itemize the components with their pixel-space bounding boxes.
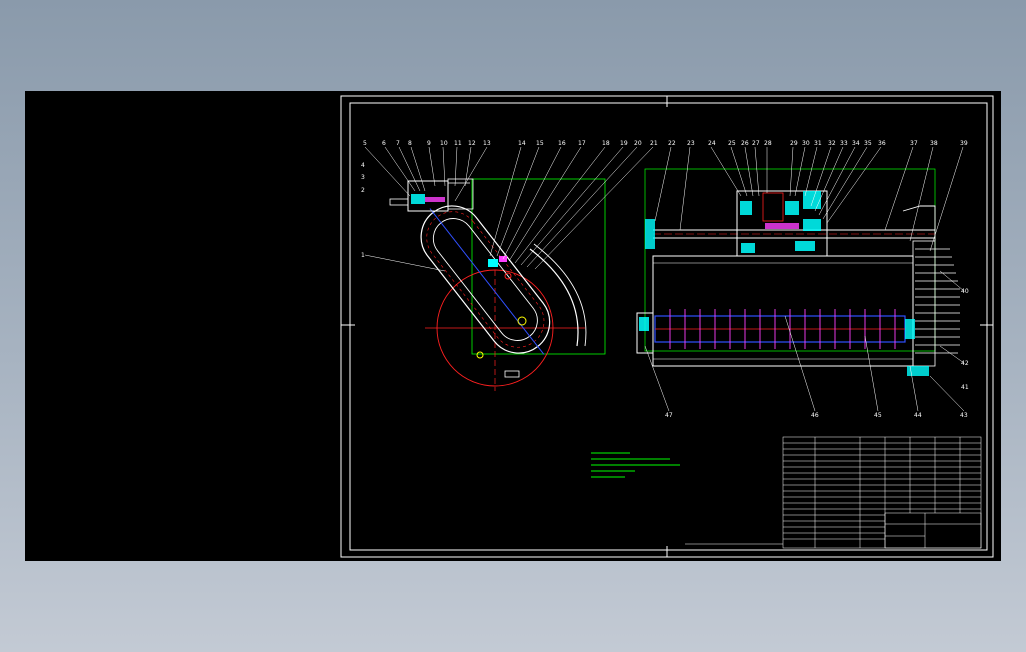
callout-left-3: 7 xyxy=(396,140,400,147)
radiator-fins xyxy=(912,240,960,367)
callout-left-13: 17 xyxy=(578,140,586,147)
callout-right-19: 40 xyxy=(961,288,969,295)
callout-bottom-6: 42 xyxy=(961,360,969,367)
callout-left-9: 13 xyxy=(483,140,491,147)
drum-housing xyxy=(652,255,914,367)
callout-bottom-5: 43 xyxy=(960,412,968,419)
callout-right-9: 30 xyxy=(802,140,810,147)
callout-right-14: 35 xyxy=(864,140,872,147)
callout-side-1: 4 xyxy=(361,162,365,169)
callout-right-2: 23 xyxy=(687,140,695,147)
title-block xyxy=(685,436,982,549)
mechanical-assembly-drawing: 5 6 7 8 9 10 11 12 13 14 15 16 17 18 19 … xyxy=(340,95,994,558)
callout-right-1: 22 xyxy=(668,140,676,147)
leader-lines xyxy=(364,146,965,412)
callout-right-6: 27 xyxy=(752,140,760,147)
callout-right-16: 37 xyxy=(910,140,918,147)
callout-left-7: 11 xyxy=(454,140,462,147)
motor-block xyxy=(389,178,474,212)
callout-right-10: 31 xyxy=(814,140,822,147)
callout-bottom-2: 46 xyxy=(811,412,819,419)
technical-notes xyxy=(591,452,680,478)
curved-guard xyxy=(529,248,579,347)
callout-right-7: 28 xyxy=(764,140,772,147)
callout-left-10: 14 xyxy=(518,140,526,147)
callout-side-3: 2 xyxy=(361,187,365,194)
callout-right-3: 24 xyxy=(708,140,716,147)
callout-right-18: 39 xyxy=(960,140,968,147)
callout-left-6: 10 xyxy=(440,140,448,147)
cad-viewport[interactable]: 5 6 7 8 9 10 11 12 13 14 15 16 17 18 19 … xyxy=(25,91,1001,561)
callout-side-2: 3 xyxy=(361,174,365,181)
callout-side-4: 1 xyxy=(361,252,365,259)
callout-left-14: 18 xyxy=(602,140,610,147)
callout-right-5: 26 xyxy=(741,140,749,147)
callout-left-17: 21 xyxy=(650,140,658,147)
callout-bottom-3: 45 xyxy=(874,412,882,419)
callout-right-11: 32 xyxy=(828,140,836,147)
callout-left-2: 6 xyxy=(382,140,386,147)
callout-bottom-4: 44 xyxy=(914,412,922,419)
side-view xyxy=(389,178,606,391)
callout-bottom-1: 47 xyxy=(665,412,673,419)
callout-left-12: 16 xyxy=(558,140,566,147)
callout-left-5: 9 xyxy=(427,140,431,147)
callout-left-1: 5 xyxy=(363,140,367,147)
callout-left-11: 15 xyxy=(536,140,544,147)
sheet-inner-border xyxy=(349,102,988,551)
callout-left-15: 19 xyxy=(620,140,628,147)
gearbox xyxy=(736,190,828,257)
callout-right-12: 33 xyxy=(840,140,848,147)
callout-right-13: 34 xyxy=(852,140,860,147)
callout-right-8: 29 xyxy=(790,140,798,147)
callout-right-4: 25 xyxy=(728,140,736,147)
front-section-view xyxy=(636,168,960,376)
callout-left-16: 20 xyxy=(634,140,642,147)
callout-right-17: 38 xyxy=(930,140,938,147)
callout-bottom-7: 41 xyxy=(961,384,969,391)
callout-left-4: 8 xyxy=(408,140,412,147)
callout-right-15: 36 xyxy=(878,140,886,147)
callout-left-8: 12 xyxy=(468,140,476,147)
